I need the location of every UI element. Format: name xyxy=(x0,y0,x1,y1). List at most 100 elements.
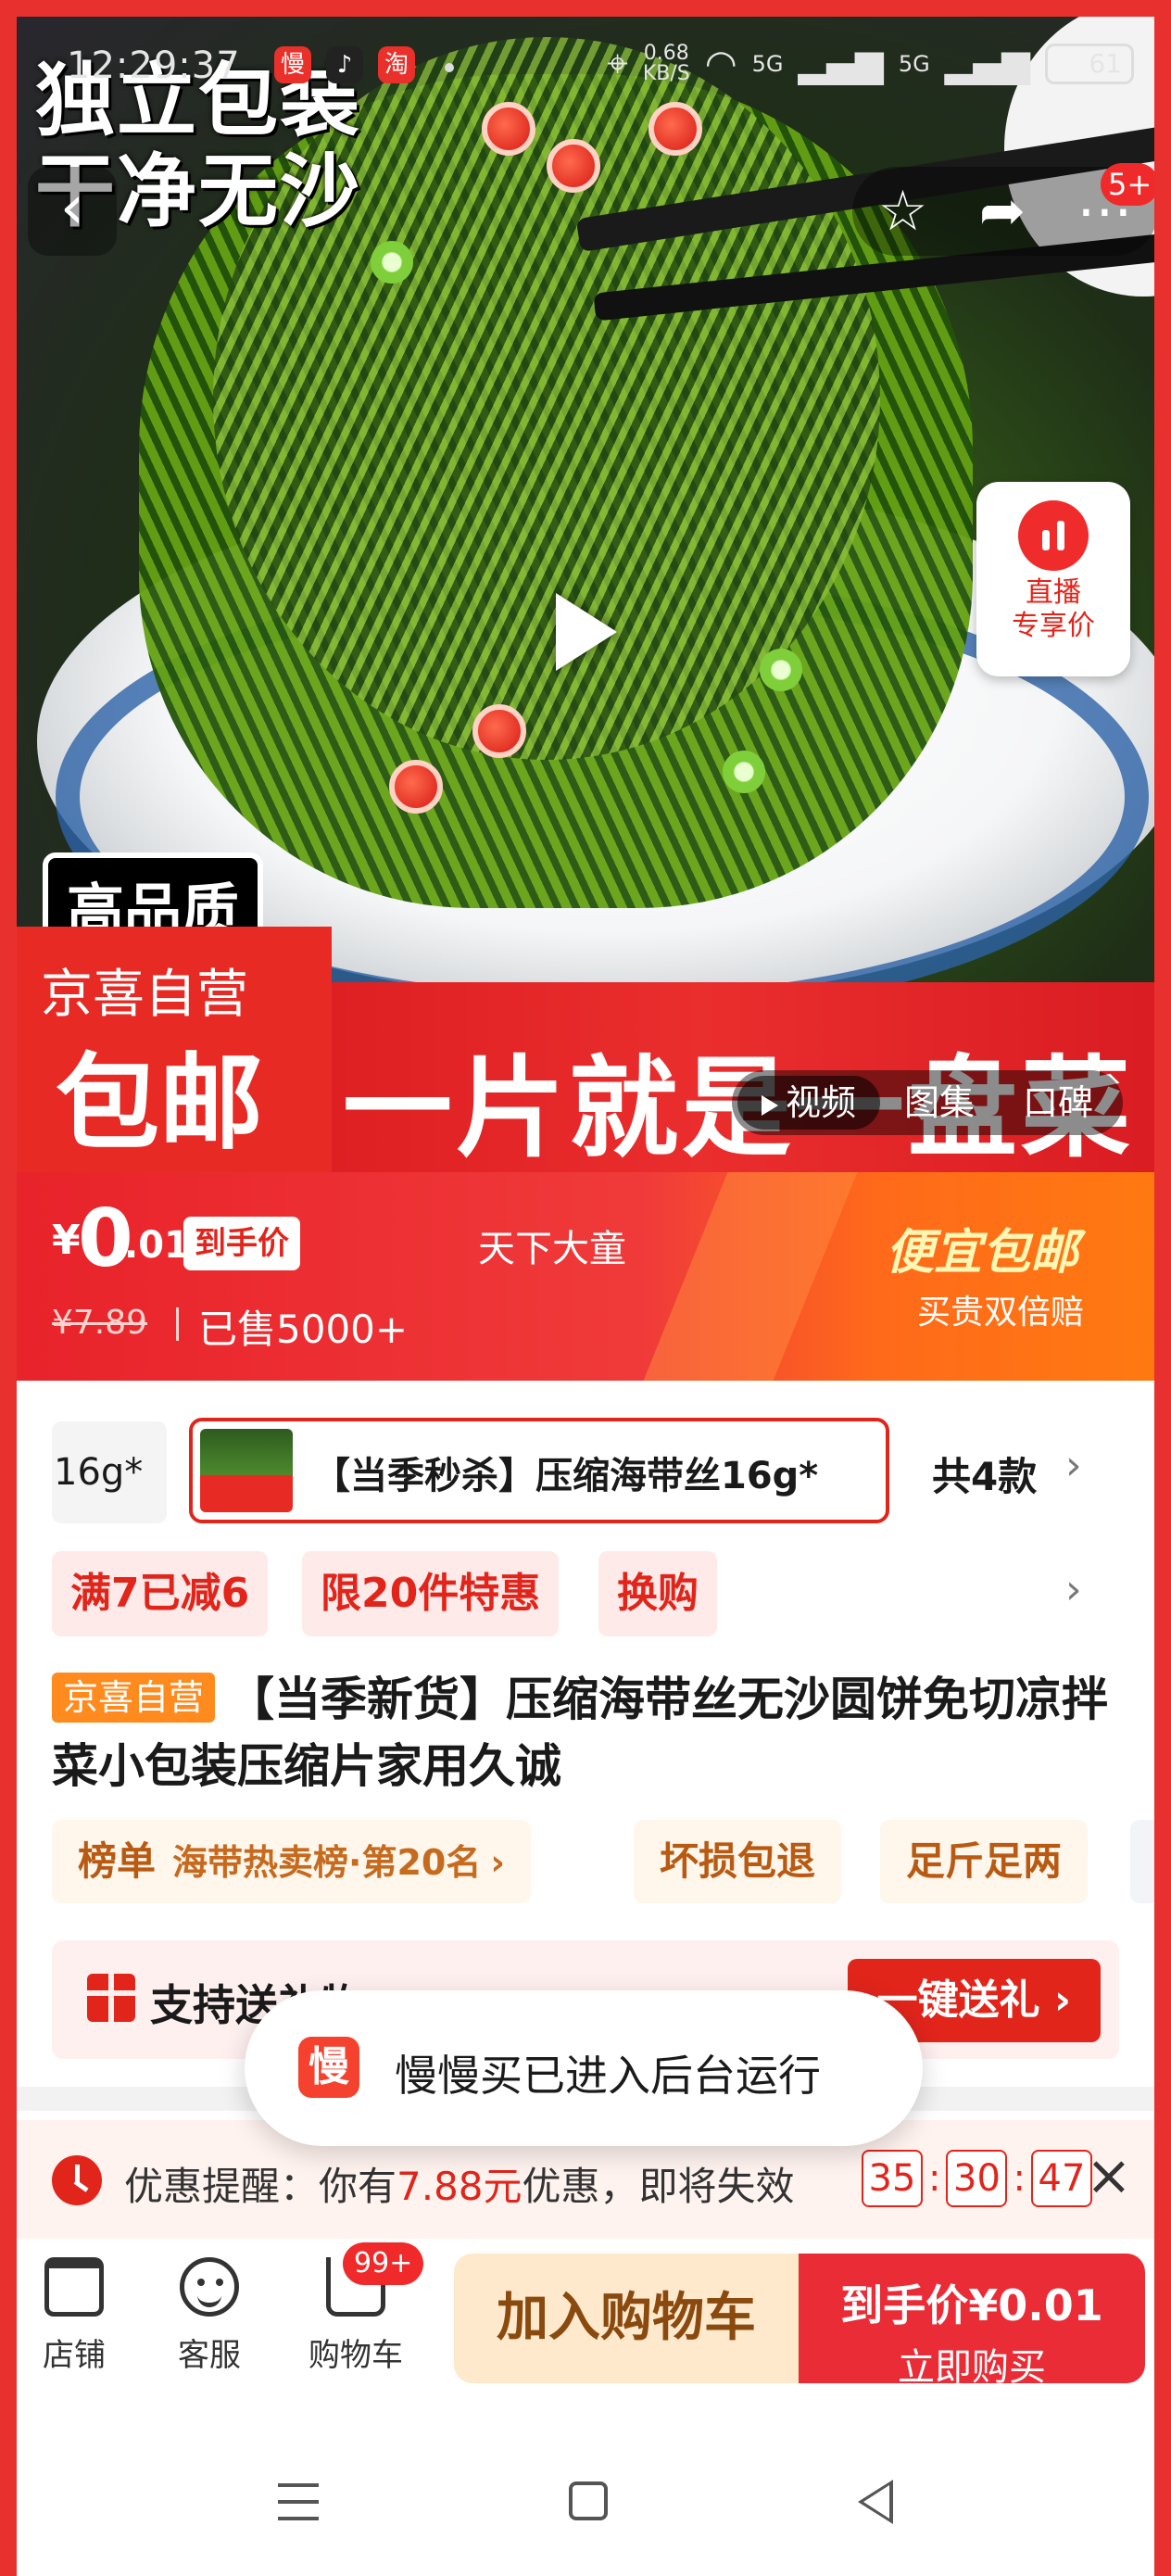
play-video-icon[interactable] xyxy=(556,593,617,671)
tab-gallery[interactable]: 图集 xyxy=(880,1076,999,1130)
timer-minutes: 30 xyxy=(946,2150,1008,2207)
play-small-icon xyxy=(762,1094,778,1116)
location-icon: ⌖ xyxy=(607,43,628,85)
signal-icon-2: ▂▄▆ xyxy=(944,43,1030,85)
price-currency: ¥ xyxy=(52,1217,81,1264)
share-icon[interactable]: ➦ xyxy=(979,179,1026,244)
customer-service-icon xyxy=(180,2257,239,2317)
cart-badge: 99+ xyxy=(343,2242,424,2285)
pepper-graphic xyxy=(472,704,526,758)
chevron-right-icon[interactable]: › xyxy=(1065,1566,1082,1613)
promo-subtitle: 买贵双倍赔 xyxy=(917,1294,1085,1332)
onion-graphic xyxy=(371,241,413,284)
signal-5g-label-2: 5G xyxy=(898,51,930,77)
tab-video[interactable]: 视频 xyxy=(737,1076,881,1130)
cart-label: 购物车 xyxy=(308,2337,403,2374)
customer-service-label: 客服 xyxy=(178,2337,241,2374)
shop-name[interactable]: 天下大童 xyxy=(478,1219,626,1272)
coupon-limited[interactable]: 限20件特惠 xyxy=(302,1551,560,1636)
sold-count: 已售5000+ xyxy=(198,1307,409,1352)
jx-label: 京喜自营 xyxy=(41,965,248,1025)
manmanmai-icon: 慢 xyxy=(298,2037,359,2098)
buy-now-price: 到手价¥0.01 xyxy=(840,2280,1103,2330)
sku-option-prev[interactable]: 16g* xyxy=(52,1421,167,1523)
signal-icon: ▂▄▆ xyxy=(798,43,884,85)
back-button[interactable]: ‹ xyxy=(28,167,117,256)
live-price-card[interactable]: 直播 专享价 xyxy=(976,482,1130,676)
ranking-text: 海带热卖榜·第20名 xyxy=(172,1842,482,1883)
status-right-group: ⌖ 0.68 KB/S ◠ 5G ▂▄▆ 5G ▂▄▆ 61 xyxy=(607,43,1134,85)
back-triangle-icon[interactable] xyxy=(858,2480,893,2524)
favorite-star-icon[interactable]: ☆ xyxy=(878,179,928,244)
more-tag[interactable]: 满 xyxy=(1130,1820,1171,1903)
net-speed: 0.68 KB/S xyxy=(643,44,690,84)
store-icon xyxy=(44,2257,104,2317)
status-bar: 12:29:37 慢 ♪ 淘 ⌖ 0.68 KB/S ◠ 5G ▂▄▆ 5G ▂… xyxy=(0,35,1171,100)
countdown-timer: 35 : 30 : 47 xyxy=(862,2150,1092,2207)
toast-text: 慢慢买已进入后台运行 xyxy=(395,2051,821,2101)
close-icon[interactable]: × xyxy=(1086,2148,1132,2203)
chevron-left-icon: ‹ xyxy=(59,171,85,243)
ranking-label: 榜单 xyxy=(78,1838,157,1884)
reminder-suffix: 优惠，即将失效 xyxy=(522,2164,795,2209)
pepper-graphic xyxy=(547,139,600,193)
price-bar-divider xyxy=(643,1172,858,1381)
sku-count[interactable]: 共4款 xyxy=(932,1446,1037,1502)
sku-thumbnail xyxy=(200,1429,293,1512)
final-price-tag: 到手价 xyxy=(183,1217,300,1270)
net-speed-value: 0.68 xyxy=(643,42,689,65)
live-sub-label: 专享价 xyxy=(1012,610,1095,642)
home-icon[interactable] xyxy=(569,2481,608,2520)
live-label: 直播 xyxy=(1026,576,1081,609)
price-separator xyxy=(176,1307,179,1341)
chevron-right-icon[interactable]: › xyxy=(1065,1442,1082,1489)
reminder-text: 优惠提醒：你有7.88元优惠，即将失效 xyxy=(124,2155,795,2212)
tiktok-app-icon: ♪ xyxy=(326,46,363,83)
battery-icon: 61 xyxy=(1045,44,1134,84)
damage-return-tag[interactable]: 坏损包退 xyxy=(634,1820,842,1903)
wifi-icon: ◠ xyxy=(704,43,737,85)
full-weight-tag[interactable]: 足斤足两 xyxy=(880,1820,1089,1903)
bottom-action-bar: 店铺 客服 购物车 99+ 加入购物车 到手价¥0.01 立即购买 xyxy=(0,2239,1171,2406)
sku-selector: 16g* 【当季秒杀】压缩海带丝16g* 共4款 › xyxy=(0,1408,1171,1529)
tab-reviews[interactable]: 口碑 xyxy=(999,1076,1117,1130)
live-icon xyxy=(1018,500,1089,571)
buy-now-button[interactable]: 到手价¥0.01 立即购买 xyxy=(799,2254,1145,2389)
pepper-graphic xyxy=(389,760,443,814)
chevron-right-icon: › xyxy=(490,1842,506,1883)
system-navigation-bar xyxy=(0,2428,1171,2576)
timer-colon: : xyxy=(928,2157,941,2200)
coupon-exchange[interactable]: 换购 xyxy=(598,1551,717,1636)
signal-5g-label: 5G xyxy=(751,51,784,77)
ranking-tag[interactable]: 榜单 海带热卖榜·第20名 › xyxy=(52,1820,532,1903)
gift-icon xyxy=(87,1974,135,2022)
onion-graphic xyxy=(723,751,765,793)
reminder-amount: 7.88元 xyxy=(397,2164,523,2209)
price-decimal: .01 xyxy=(124,1224,190,1267)
free-shipping-label: 包邮 xyxy=(56,1043,263,1164)
taobao-app-icon: 淘 xyxy=(378,46,415,83)
jx-free-shipping-block: 京喜自营 包邮 xyxy=(0,927,332,1172)
chevron-right-icon: › xyxy=(1039,1976,1071,2024)
sku-selected-label: 【当季秒杀】压缩海带丝16g* xyxy=(313,1455,819,1497)
timer-seconds: 47 xyxy=(1030,2150,1092,2207)
clock-icon xyxy=(52,2155,102,2205)
media-tabs: 视频 图集 口碑 xyxy=(732,1070,1124,1135)
timer-hours: 35 xyxy=(862,2150,923,2207)
recent-apps-icon[interactable] xyxy=(278,2483,319,2520)
jx-self-operated-tag: 京喜自营 xyxy=(52,1673,216,1723)
coupon-discount[interactable]: 满7已减6 xyxy=(52,1551,269,1636)
add-to-cart-button[interactable]: 加入购物车 xyxy=(454,2254,799,2383)
customer-service-button[interactable]: 客服 xyxy=(154,2257,265,2375)
pepper-graphic xyxy=(482,102,535,156)
status-time: 12:29:37 xyxy=(67,44,241,87)
original-price: ¥7.89 xyxy=(52,1304,148,1342)
tab-video-label: 视频 xyxy=(786,1082,857,1123)
store-label: 店铺 xyxy=(43,2337,106,2374)
background-toast: 慢 慢慢买已进入后台运行 xyxy=(245,1990,923,2146)
message-badge: 5+ xyxy=(1101,163,1160,206)
reminder-prefix: 优惠提醒：你有 xyxy=(124,2164,397,2209)
sku-option-selected[interactable]: 【当季秒杀】压缩海带丝16g* xyxy=(189,1418,889,1523)
manmanmai-app-icon: 慢 xyxy=(274,46,311,83)
store-button[interactable]: 店铺 xyxy=(19,2257,130,2375)
